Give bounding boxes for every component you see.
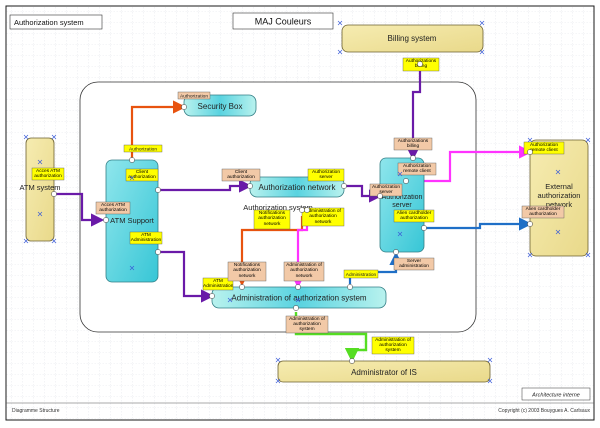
port-circle-admin-is: [349, 358, 355, 364]
atm-system[interactable]: ATM system: [19, 137, 61, 242]
authorization-network-label: Authorization network: [259, 183, 337, 192]
port-circle-atm-bottom: [155, 249, 161, 255]
footer-right: Copyright (c) 2003 Bouygues A. Carlsaux: [498, 408, 590, 414]
port-acces-atm-authorization: Acces ATM authorization: [31, 167, 65, 181]
port-notifications-authorization-network: Notifications authorization network: [253, 209, 291, 230]
port-circle-ext-top: [527, 149, 533, 155]
port-alien-cardholder-external: Alien cardholder authorization: [521, 205, 565, 219]
port-administration-authorization-admin: Administration of authorization network: [283, 261, 325, 282]
svg-text:Authorization: Authorization: [180, 94, 208, 100]
port-authorizations-billing-server: Authorizations billing: [393, 137, 433, 151]
footer-left: Diagramme Structure: [12, 408, 60, 414]
port-circle-server-left: [377, 193, 383, 199]
port-authorization-remote-client-server: Authorization remote client: [397, 162, 437, 176]
port-circle-atm-top: [129, 157, 135, 163]
port-alien-cardholder-server: Alien cardholder authorization: [393, 209, 435, 223]
svg-text:Administration: Administration: [346, 272, 377, 278]
port-client-authorization-net: Client authorization: [221, 168, 261, 182]
port-circle-billing: [417, 61, 423, 67]
port-circle-atm-right: [155, 187, 161, 193]
frame-title: Authorization system: [14, 18, 84, 27]
port-circle-security: [181, 104, 187, 110]
security-box-label: Security Box: [198, 102, 243, 111]
administration-of-authorization-system[interactable]: Administration of authorization system: [211, 286, 387, 309]
billing-system[interactable]: Billing system: [341, 24, 484, 53]
port-authorization-security-box: Authorization: [177, 91, 211, 100]
port-authorization-server-server: Authorization server: [369, 183, 403, 197]
port-notifications-authorization-admin: Notifications authorization network: [227, 261, 267, 282]
administrator-label: Administrator of IS: [351, 368, 417, 377]
frame-title-box: Authorization system: [9, 14, 103, 30]
port-acces-atm-authorization-support: Acces ATM authorization: [95, 201, 131, 215]
legend-text: Architecture interne: [531, 393, 580, 399]
port-administration-admin: Administration: [343, 269, 379, 279]
port-administration-authorization-system: Administration of authorization system: [285, 315, 329, 334]
port-circle-server-alien: [421, 225, 427, 231]
authorization-diagram: Authorization system MAJ Couleurs Billin…: [0, 0, 600, 428]
atm-system-label: ATM system: [19, 183, 60, 192]
port-administration-authorization-system-is: Administration of authorization system: [371, 336, 415, 355]
port-circle-admin-adm: [347, 284, 353, 290]
port-circle-admin-bottom: [293, 305, 299, 311]
port-authorization-atm: Authorization: [123, 144, 163, 153]
port-circle-notif: [299, 207, 305, 213]
port-circle-atm-system: [51, 191, 57, 197]
port-atm-administration: ATM Administration: [129, 231, 163, 245]
port-circle-admin-net-top: [295, 284, 301, 290]
center-title: MAJ Couleurs: [255, 17, 312, 27]
port-circle-ext-bottom: [527, 221, 533, 227]
port-authorization-server-net: Authorization server: [307, 168, 345, 182]
port-circle-admin-left: [209, 293, 215, 299]
port-circle-server-top: [410, 155, 416, 161]
billing-system-label: Billing system: [388, 34, 437, 43]
port-circle-server-remote: [403, 178, 409, 184]
svg-text:Authorization: Authorization: [129, 147, 157, 153]
port-circle-admin-net: [304, 207, 310, 213]
administrator-of-is[interactable]: Administrator of IS: [277, 360, 491, 383]
port-circle-atm-left: [103, 217, 109, 223]
legend-box: Architecture interne: [521, 387, 591, 401]
port-circle-admin-notif: [239, 284, 245, 290]
center-title-box: MAJ Couleurs: [232, 12, 334, 30]
port-server-administration: Server administration: [393, 257, 435, 271]
authorization-server-label: Authorization server: [381, 194, 423, 209]
external-authorization-network[interactable]: External authorization network: [529, 139, 589, 257]
port-circle-net-right: [341, 183, 347, 189]
port-circle-server-bottom: [393, 249, 399, 255]
port-circle-net-left: [247, 183, 253, 189]
external-network-label: External authorization network: [537, 182, 581, 209]
atm-support-label: ATM Support: [110, 216, 155, 225]
